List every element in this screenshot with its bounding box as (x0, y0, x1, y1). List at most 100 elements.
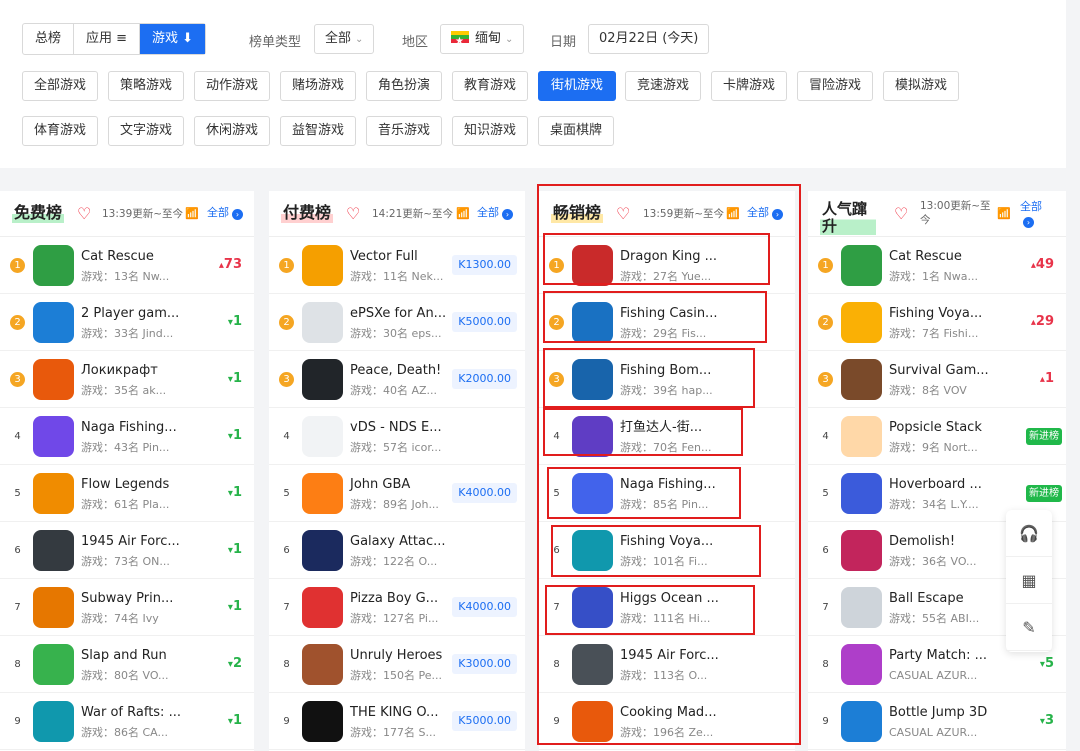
table-row[interactable]: 4 vDS - NDS E... 游戏：57名 icor... (269, 408, 525, 465)
app-icon[interactable] (841, 587, 882, 628)
app-icon[interactable] (302, 245, 343, 286)
category-chip[interactable]: 音乐游戏 (366, 116, 442, 146)
app-icon[interactable] (33, 245, 74, 286)
app-name[interactable]: Popsicle Stack (889, 420, 982, 436)
chart-type-select[interactable]: 全部 ⌄ (314, 24, 375, 54)
category-chip[interactable]: 冒险游戏 (797, 71, 873, 101)
qrcode-icon[interactable]: ▦ (1006, 557, 1052, 604)
category-chip[interactable]: 体育游戏 (22, 116, 98, 146)
date-picker[interactable]: 02月22日 (今天) (588, 24, 710, 54)
table-row[interactable]: 6 1945 Air Forc... 游戏：73名 ON... ▾1 (0, 522, 254, 579)
category-chip[interactable]: 桌面棋牌 (538, 116, 614, 146)
app-icon[interactable] (33, 701, 74, 742)
app-name[interactable]: Fishing Voya... (889, 306, 982, 322)
app-icon[interactable] (841, 530, 882, 571)
tab-apps[interactable]: 应用 ≡ (74, 24, 141, 54)
app-name[interactable]: Ball Escape (889, 591, 964, 607)
category-chip[interactable]: 赌场游戏 (280, 71, 356, 101)
app-icon[interactable] (33, 473, 74, 514)
category-chip[interactable]: 益智游戏 (280, 116, 356, 146)
favorite-heart-icon[interactable]: ♡ (894, 204, 908, 223)
app-name[interactable]: Vector Full (350, 249, 418, 265)
app-name[interactable]: 2 Player gam... (81, 306, 179, 322)
app-icon[interactable] (302, 416, 343, 457)
app-name[interactable]: Slap and Run (81, 648, 167, 664)
category-chip[interactable]: 教育游戏 (452, 71, 528, 101)
table-row[interactable]: 3 Локикрафт 游戏：35名 ak... ▾1 (0, 351, 254, 408)
app-icon[interactable] (33, 644, 74, 685)
app-icon[interactable] (302, 644, 343, 685)
app-name[interactable]: Локикрафт (81, 363, 158, 379)
table-row[interactable]: 9 War of Rafts: ... 游戏：86名 CA... ▾1 (0, 693, 254, 750)
table-row[interactable]: 8 Unruly Heroes 游戏：150名 Pe... K3000.00 (269, 636, 525, 693)
table-row[interactable]: 5 John GBA 游戏：89名 Joh... K4000.00 (269, 465, 525, 522)
app-name[interactable]: 1945 Air Forc... (81, 534, 180, 550)
app-icon[interactable] (841, 245, 882, 286)
app-name[interactable]: Peace, Death! (350, 363, 441, 379)
table-row[interactable]: 7 Pizza Boy G... 游戏：127名 Pi... K4000.00 (269, 579, 525, 636)
category-chip[interactable]: 知识游戏 (452, 116, 528, 146)
category-chip[interactable]: 模拟游戏 (883, 71, 959, 101)
app-icon[interactable] (302, 530, 343, 571)
app-icon[interactable] (302, 701, 343, 742)
app-icon[interactable] (841, 416, 882, 457)
app-icon[interactable] (302, 302, 343, 343)
table-row[interactable]: 1 Vector Full 游戏：11名 Nek... K1300.00 (269, 237, 525, 294)
category-chip[interactable]: 竞速游戏 (625, 71, 701, 101)
category-chip[interactable]: 卡牌游戏 (711, 71, 787, 101)
app-icon[interactable] (841, 473, 882, 514)
tab-games[interactable]: 游戏 ⬇ (140, 24, 206, 54)
table-row[interactable]: 2 ePSXe for An... 游戏：30名 eps... K5000.00 (269, 294, 525, 351)
view-all-link[interactable]: 全部› (207, 206, 243, 220)
category-chip[interactable]: 动作游戏 (194, 71, 270, 101)
headset-icon[interactable]: 🎧 (1006, 510, 1052, 557)
table-row[interactable]: 3 Survival Gam... 游戏：8名 VOV ▴1 (808, 351, 1066, 408)
app-icon[interactable] (33, 587, 74, 628)
app-name[interactable]: Cat Rescue (81, 249, 154, 265)
region-select[interactable]: 缅甸⌄ (440, 24, 525, 56)
table-row[interactable]: 8 Slap and Run 游戏：80名 VO... ▾2 (0, 636, 254, 693)
app-name[interactable]: War of Rafts: ... (81, 705, 181, 721)
app-icon[interactable] (33, 359, 74, 400)
app-name[interactable]: Naga Fishing... (81, 420, 177, 436)
table-row[interactable]: 7 Subway Prin... 游戏：74名 Ivy ▾1 (0, 579, 254, 636)
table-row[interactable]: 1 Cat Rescue 游戏：1名 Nwa... ▴49 (808, 237, 1066, 294)
feedback-icon[interactable]: ✎ (1006, 604, 1052, 651)
app-name[interactable]: Party Match: ... (889, 648, 987, 664)
app-name[interactable]: Pizza Boy G... (350, 591, 438, 607)
trend-chart-icon[interactable]: 📶 (997, 207, 1011, 220)
app-name[interactable]: Hoverboard ... (889, 477, 982, 493)
app-icon[interactable] (302, 473, 343, 514)
app-icon[interactable] (841, 644, 882, 685)
category-chip[interactable]: 全部游戏 (22, 71, 98, 101)
tab-overall[interactable]: 总榜 (23, 24, 75, 54)
view-all-link[interactable]: 全部› (477, 206, 513, 220)
app-name[interactable]: Survival Gam... (889, 363, 989, 379)
app-name[interactable]: ePSXe for An... (350, 306, 446, 322)
app-name[interactable]: Demolish! (889, 534, 955, 550)
app-icon[interactable] (33, 302, 74, 343)
table-row[interactable]: 2 Fishing Voya... 游戏：7名 Fishi... ▴29 (808, 294, 1066, 351)
app-name[interactable]: Galaxy Attac... (350, 534, 446, 550)
favorite-heart-icon[interactable]: ♡ (346, 204, 360, 223)
app-icon[interactable] (841, 302, 882, 343)
table-row[interactable]: 5 Flow Legends 游戏：61名 Pla... ▾1 (0, 465, 254, 522)
category-chip[interactable]: 休闲游戏 (194, 116, 270, 146)
table-row[interactable]: 6 Galaxy Attac... 游戏：122名 O... (269, 522, 525, 579)
app-icon[interactable] (302, 359, 343, 400)
app-name[interactable]: Unruly Heroes (350, 648, 442, 664)
app-name[interactable]: Bottle Jump 3D (889, 705, 987, 721)
favorite-heart-icon[interactable]: ♡ (77, 204, 91, 223)
app-icon[interactable] (33, 530, 74, 571)
app-name[interactable]: Flow Legends (81, 477, 169, 493)
trend-chart-icon[interactable]: 📶 (185, 207, 199, 220)
app-icon[interactable] (841, 701, 882, 742)
table-row[interactable]: 1 Cat Rescue 游戏：13名 Nw... ▴73 (0, 237, 254, 294)
table-row[interactable]: 9 Bottle Jump 3D CASUAL AZUR... ▾3 (808, 693, 1066, 750)
app-name[interactable]: THE KING O... (350, 705, 438, 721)
app-name[interactable]: Cat Rescue (889, 249, 962, 265)
category-chip[interactable]: 角色扮演 (366, 71, 442, 101)
app-icon[interactable] (302, 587, 343, 628)
app-icon[interactable] (33, 416, 74, 457)
table-row[interactable]: 4 Popsicle Stack 游戏：9名 Nort... 新进榜 (808, 408, 1066, 465)
